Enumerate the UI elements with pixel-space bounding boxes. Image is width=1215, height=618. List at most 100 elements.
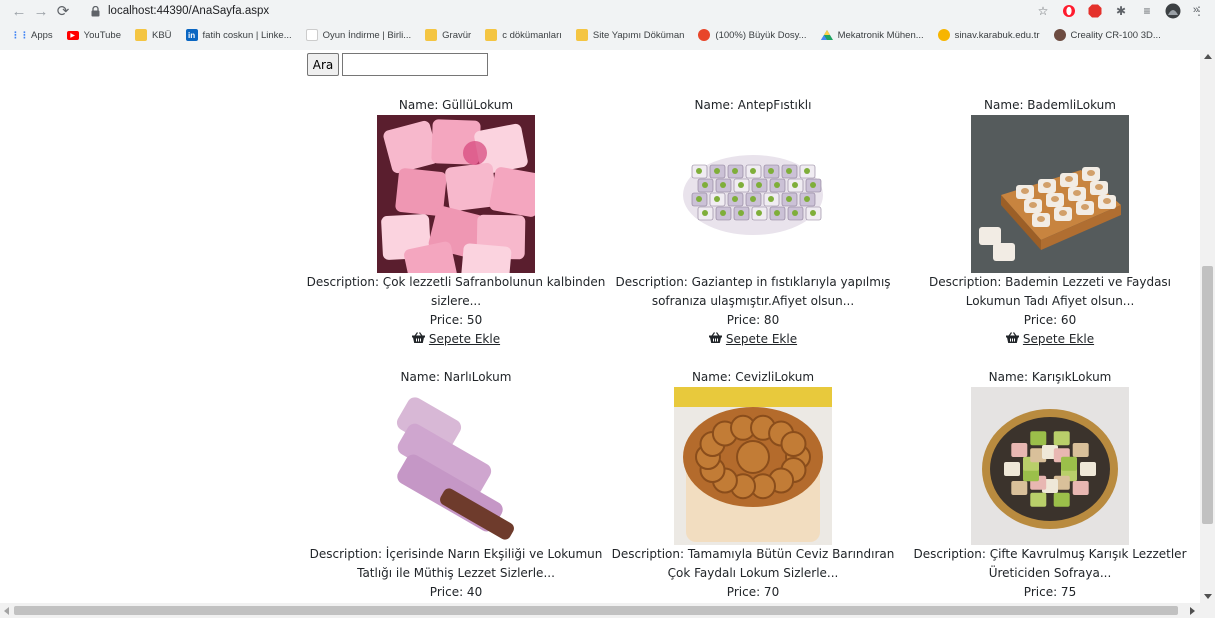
folder-icon xyxy=(485,29,498,41)
back-arrow-icon[interactable]: ← xyxy=(8,1,30,21)
product-description: Description: Çifte Kavrulmuş Karışık Lez… xyxy=(913,547,1187,580)
shopping-basket-icon xyxy=(411,330,425,349)
product-image xyxy=(674,115,832,273)
bookmark-item[interactable]: (100%) Büyük Dosy... xyxy=(698,29,807,41)
product-image xyxy=(674,387,832,545)
product-description: Description: Çok lezzetli Safranbolunun … xyxy=(306,275,606,308)
product-image xyxy=(971,387,1129,545)
bookmark-label: YouTube xyxy=(83,29,121,41)
scroll-up-arrow-icon[interactable] xyxy=(1204,54,1212,59)
folder-icon xyxy=(575,29,588,41)
reload-icon[interactable]: ⟳ xyxy=(52,1,74,21)
bookmarks-more-button[interactable]: » xyxy=(1193,4,1199,16)
bookmark-item[interactable]: Creality CR-100 3D... xyxy=(1053,29,1161,41)
bookmark-item[interactable]: Oyun İndirme | Birli... xyxy=(305,29,412,41)
linkedin-icon: in xyxy=(185,29,198,41)
vertical-scrollbar[interactable] xyxy=(1200,50,1215,603)
bookmark-item[interactable]: ⋮⋮ Apps xyxy=(11,29,53,41)
bookmark-item[interactable]: c dökümanları xyxy=(485,29,562,41)
product-name: Name: AntepFıstıklı xyxy=(694,98,812,112)
add-to-cart-link[interactable]: Sepete Ekle xyxy=(1005,330,1095,349)
product-card: Name: AntepFıstıklı Description: Gaziante… xyxy=(603,96,903,349)
product-name: Name: NarlıLokum xyxy=(400,370,512,384)
search-input[interactable] xyxy=(342,53,488,76)
product-description: Description: Tamamıyla Bütün Ceviz Barın… xyxy=(611,547,895,580)
youtube-icon: ▶ xyxy=(66,30,79,40)
scroll-left-arrow-icon[interactable] xyxy=(4,607,9,615)
bookmarks-bar: ⋮⋮ Apps ▶ YouTube KBÜ in fatih coskun | Linke.… xyxy=(0,24,1215,46)
creality-icon xyxy=(1053,29,1066,41)
product-image xyxy=(971,115,1129,273)
bookmark-item[interactable]: in fatih coskun | Linke... xyxy=(185,29,292,41)
shopping-basket-icon xyxy=(1005,330,1019,349)
product-price: Price: 80 xyxy=(726,313,780,327)
scroll-down-arrow-icon[interactable] xyxy=(1204,594,1212,599)
search-button[interactable]: Ara xyxy=(307,53,339,76)
product-card: Name: KarışıkLokum Description: Çifte Kav… xyxy=(900,368,1200,603)
product-card: Name: GüllüLokum Description: Çok lezzetl… xyxy=(306,96,606,349)
product-description: Description: Gaziantep in fıstıklarıyla … xyxy=(615,275,891,308)
emoji-icon xyxy=(937,29,950,41)
product-card: Name: CevizliLokum Description: Tamamıyla… xyxy=(603,368,903,603)
bookmark-item[interactable]: Gravür xyxy=(425,29,471,41)
browser-chrome: ← → ⟳ localhost:44390/AnaSayfa.aspx ☆ ✱ … xyxy=(0,0,1215,50)
adblock-extension-icon[interactable] xyxy=(1087,3,1103,19)
folder-icon xyxy=(425,29,438,41)
extensions-puzzle-icon[interactable]: ✱ xyxy=(1113,3,1129,19)
bookmark-label: c dökümanları xyxy=(502,29,562,41)
toolbar-icons: ☆ ✱ ≡ ⋮ xyxy=(1035,1,1207,21)
add-to-cart-label: Sepete Ekle xyxy=(428,332,501,346)
add-to-cart-label: Sepete Ekle xyxy=(1022,332,1095,346)
bookmark-item[interactable]: ▶ YouTube xyxy=(66,29,121,41)
product-name: Name: CevizliLokum xyxy=(691,370,815,384)
url-text: localhost:44390/AnaSayfa.aspx xyxy=(108,5,270,17)
bookmark-label: fatih coskun | Linke... xyxy=(202,29,292,41)
product-price: Price: 60 xyxy=(1023,313,1077,327)
folder-icon xyxy=(135,29,147,41)
reading-list-icon[interactable]: ≡ xyxy=(1139,3,1155,19)
add-to-cart-label: Sepete Ekle xyxy=(725,332,798,346)
bookmark-label: sinav.karabuk.edu.tr xyxy=(954,29,1040,41)
bookmark-label: Gravür xyxy=(442,29,472,41)
add-to-cart-link[interactable]: Sepete Ekle xyxy=(708,330,798,349)
horizontal-scrollbar[interactable] xyxy=(0,603,1215,618)
bookmark-item[interactable]: Mekatronik Mühen... xyxy=(820,29,924,41)
scroll-right-arrow-icon[interactable] xyxy=(1190,607,1195,615)
product-image xyxy=(377,115,535,273)
page-icon xyxy=(305,29,318,41)
bookmark-label: Mekatronik Mühen... xyxy=(837,29,924,41)
product-image xyxy=(377,387,535,545)
product-price: Price: 70 xyxy=(726,585,780,599)
product-card: Name: NarlıLokum Description: İçerisinde … xyxy=(306,368,606,603)
opera-extension-icon[interactable] xyxy=(1061,3,1077,19)
product-name: Name: KarışıkLokum xyxy=(988,370,1112,384)
apps-grid-icon: ⋮⋮ xyxy=(11,29,29,40)
bookmark-item[interactable]: sinav.karabuk.edu.tr xyxy=(937,29,1040,41)
lock-icon xyxy=(88,5,102,17)
page-content: Ara Name: GüllüLokum Description: Çok lez… xyxy=(0,50,1200,603)
product-price: Price: 50 xyxy=(429,313,483,327)
product-description: Description: Bademin Lezzeti ve Faydası … xyxy=(928,275,1172,308)
product-description: Description: İçerisinde Narın Ekşiliği v… xyxy=(309,547,603,580)
search-form: Ara xyxy=(307,53,488,76)
bookmark-item[interactable]: KBÜ xyxy=(135,29,172,41)
product-price: Price: 40 xyxy=(429,585,483,599)
shopping-basket-icon xyxy=(708,330,722,349)
bookmark-item[interactable]: Site Yapımı Döküman xyxy=(575,29,685,41)
product-price: Price: 75 xyxy=(1023,585,1077,599)
bookmark-label: KBÜ xyxy=(152,29,172,41)
opera-icon xyxy=(698,29,711,41)
horizontal-scroll-thumb[interactable] xyxy=(14,606,1178,615)
vertical-scroll-thumb[interactable] xyxy=(1202,266,1213,524)
bookmark-label: Apps xyxy=(31,29,53,41)
profile-avatar-icon[interactable] xyxy=(1165,3,1181,19)
add-to-cart-link[interactable]: Sepete Ekle xyxy=(411,330,501,349)
star-bookmark-icon[interactable]: ☆ xyxy=(1035,3,1051,19)
bookmark-label: (100%) Büyük Dosy... xyxy=(715,29,807,41)
bookmark-label: Site Yapımı Döküman xyxy=(592,29,685,41)
forward-arrow-icon[interactable]: → xyxy=(30,1,52,21)
bookmark-label: Oyun İndirme | Birli... xyxy=(322,29,412,41)
bookmark-label: Creality CR-100 3D... xyxy=(1070,29,1161,41)
product-name: Name: GüllüLokum xyxy=(398,98,514,112)
product-name: Name: BademliLokum xyxy=(984,98,1116,112)
